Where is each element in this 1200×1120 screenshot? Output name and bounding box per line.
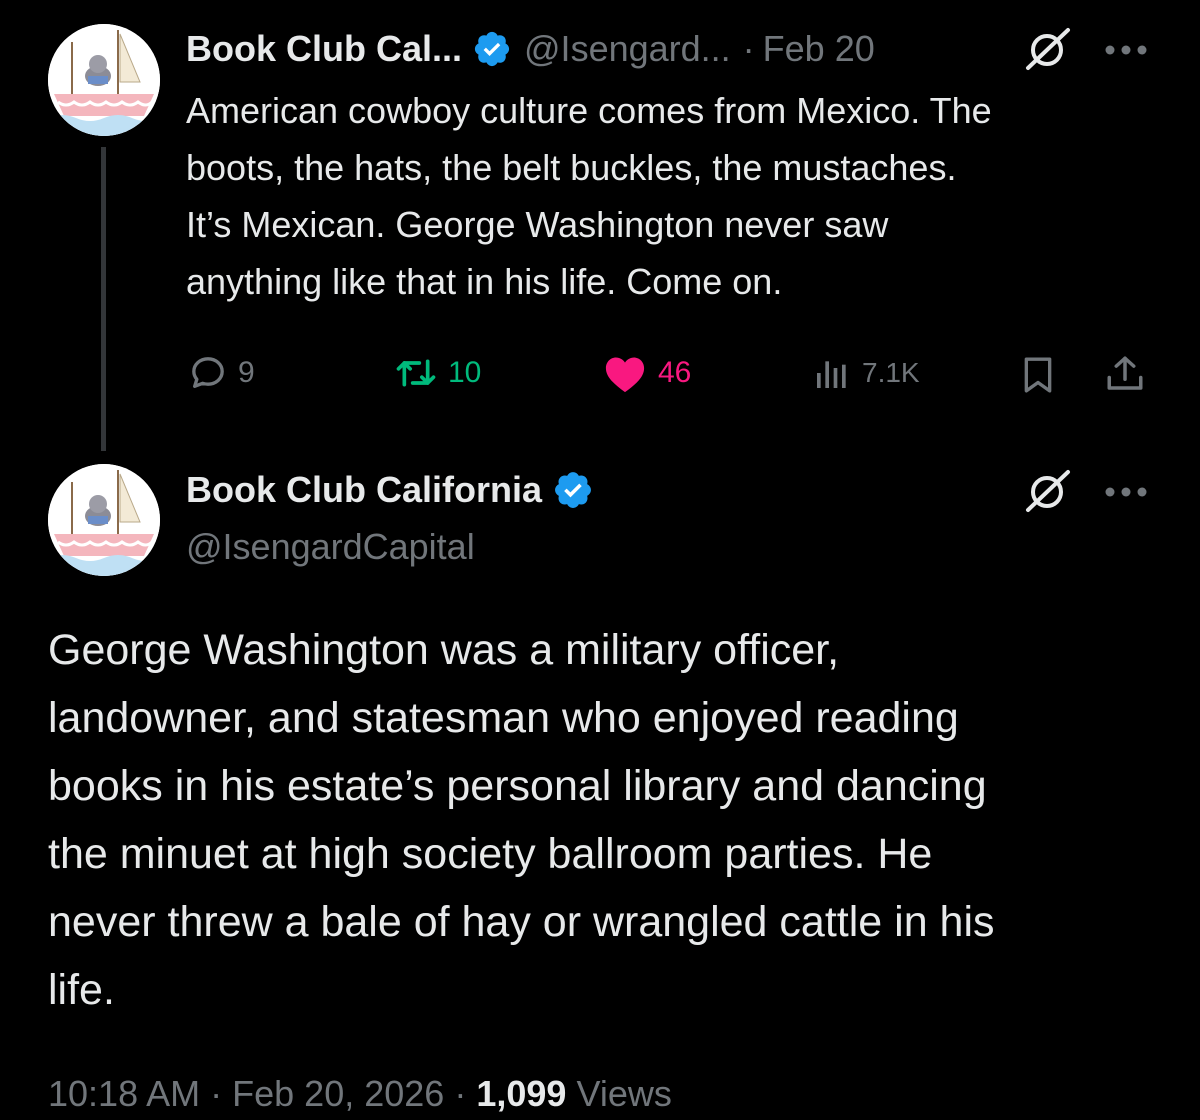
repost-icon [396, 359, 436, 387]
main-tweet-name-row: Book Club California [186, 466, 594, 514]
text-line: It’s Mexican. George Washington never sa… [186, 204, 889, 245]
grok-icon[interactable] [1018, 26, 1076, 72]
tweet-date[interactable]: Feb 20, 2026 [232, 1073, 444, 1114]
text-line: George Washington was a military officer… [48, 626, 840, 674]
thread-connector-line [101, 147, 106, 451]
parent-handle[interactable]: @Isengard... [524, 28, 731, 70]
parent-display-name[interactable]: Book Club Cal... [186, 28, 462, 70]
main-tweet-text: George Washington was a military officer… [48, 616, 995, 1024]
bookmark-icon[interactable] [1018, 355, 1058, 395]
text-line: the minuet at high society ballroom part… [48, 830, 933, 878]
text-line: anything like that in his life. Come on. [186, 261, 783, 302]
text-line: life. [48, 966, 115, 1014]
text-line: never threw a bale of hay or wrangled ca… [48, 898, 995, 946]
verified-badge-icon[interactable] [552, 469, 594, 511]
text-line: books in his estate’s personal library a… [48, 762, 987, 810]
tweet-timestamp: 10:18 AM · Feb 20, 2026 · 1,099 Views [48, 1073, 672, 1115]
main-handle[interactable]: @IsengardCapital [186, 526, 475, 568]
main-display-name[interactable]: Book Club California [186, 469, 542, 511]
parent-date[interactable]: Feb 20 [763, 28, 875, 70]
avatar[interactable] [48, 464, 160, 576]
separator-dot: · [742, 28, 755, 69]
text-line: American cowboy culture comes from Mexic… [186, 90, 992, 131]
reply-button[interactable]: 9 [188, 353, 255, 393]
more-icon[interactable] [1104, 44, 1148, 56]
text-line: boots, the hats, the belt buckles, the m… [186, 147, 957, 188]
heart-icon [605, 357, 645, 393]
main-tweet-handle-row: @IsengardCapital [186, 524, 475, 570]
repost-count: 10 [448, 356, 482, 389]
share-icon[interactable] [1104, 353, 1146, 395]
separator-dot: · [454, 1073, 467, 1114]
tweet-time[interactable]: 10:18 AM [48, 1073, 200, 1114]
avatar[interactable] [48, 24, 160, 136]
separator-dot: · [210, 1073, 223, 1114]
views-count: 7.1K [862, 357, 920, 388]
views-icon [817, 361, 846, 388]
views-button[interactable]: 7.1K [812, 353, 920, 393]
views-label: Views [576, 1073, 672, 1114]
view-count: 1,099 [476, 1073, 567, 1114]
more-icon[interactable] [1104, 486, 1148, 498]
reply-count: 9 [238, 356, 255, 389]
text-line: landowner, and statesman who enjoyed rea… [48, 694, 959, 742]
like-button[interactable]: 46 [602, 353, 691, 393]
grok-icon[interactable] [1018, 468, 1076, 514]
like-count: 46 [658, 356, 692, 389]
parent-tweet-text: American cowboy culture comes from Mexic… [186, 82, 992, 310]
reply-icon [192, 357, 224, 388]
repost-button[interactable]: 10 [394, 353, 481, 393]
parent-tweet-header: Book Club Cal... @Isengard... · Feb 20 [186, 26, 875, 72]
verified-badge-icon[interactable] [472, 29, 512, 69]
